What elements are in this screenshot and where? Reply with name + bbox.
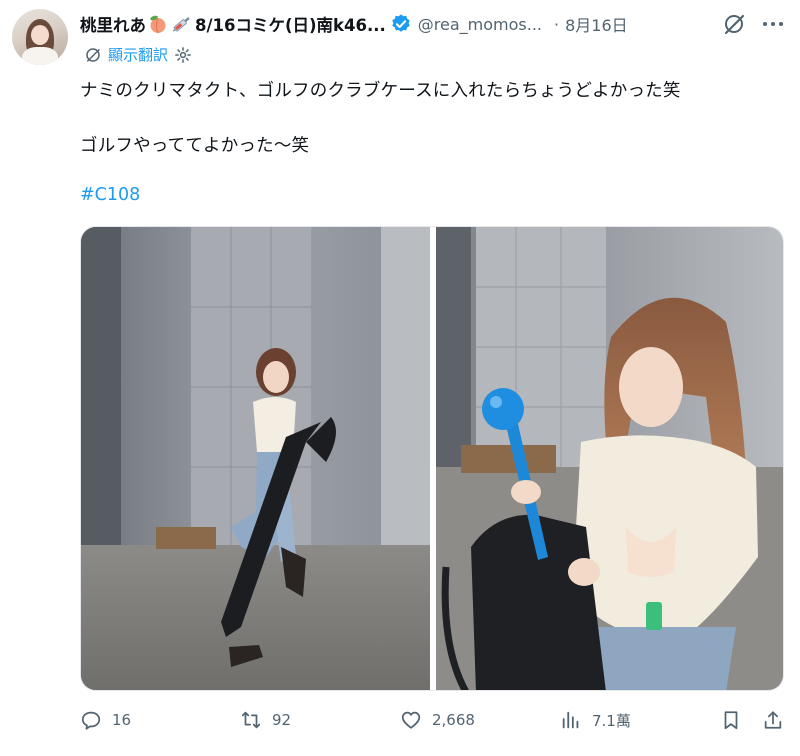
like-icon xyxy=(401,711,421,729)
separator-dot: · xyxy=(554,14,560,34)
like-button[interactable]: 2,668 xyxy=(400,709,475,731)
share-button[interactable] xyxy=(762,709,784,731)
avatar-body xyxy=(22,47,58,65)
gear-icon[interactable] xyxy=(174,46,192,64)
author-handle[interactable]: @rea_momos... xyxy=(418,15,542,34)
post-text-line1: ナミのクリマタクト、ゴルフのクラブケースに入れたらちょうどよかった笑 xyxy=(80,81,681,101)
photo-right[interactable] xyxy=(436,227,784,691)
peach-emoji-icon xyxy=(150,15,166,34)
reply-icon xyxy=(81,711,101,730)
avatar-face xyxy=(31,25,49,45)
hashtag-link[interactable]: #C108 xyxy=(80,185,140,205)
like-count: 2,668 xyxy=(432,711,475,729)
view-count: 7.1萬 xyxy=(592,711,631,730)
media-grid xyxy=(80,226,784,691)
reply-button[interactable]: 16 xyxy=(80,709,131,731)
display-name-suffix[interactable]: 8/16コミケ(日)南k46... xyxy=(195,12,386,36)
repost-count: 92 xyxy=(272,711,292,729)
views-icon xyxy=(562,711,579,729)
bookmark-button[interactable] xyxy=(720,709,742,731)
more-icon[interactable] xyxy=(760,12,786,36)
views-button[interactable]: 7.1萬 xyxy=(560,709,631,731)
avatar[interactable] xyxy=(12,9,68,65)
reply-count: 16 xyxy=(112,711,132,729)
post-header: 桃里れあ 8/16コミケ(日)南k46... @rea_momos... · 8… xyxy=(80,11,780,37)
translate-row: 顯示翻訳 xyxy=(84,44,192,65)
syringe-emoji-icon xyxy=(172,17,190,32)
post-text-line2: ゴルフやっててよかった〜笑 xyxy=(80,136,310,156)
bookmark-icon xyxy=(724,711,738,730)
translate-label: 翻訳 xyxy=(138,46,169,64)
translate-prefix: 顯示 xyxy=(108,46,139,64)
translate-icon xyxy=(86,47,100,62)
display-name-prefix[interactable]: 桃里れあ xyxy=(80,12,146,36)
verified-badge-icon xyxy=(392,14,410,32)
share-icon xyxy=(764,711,782,729)
translate-link[interactable]: 顯示翻訳 xyxy=(108,44,168,65)
repost-button[interactable]: 92 xyxy=(240,709,291,731)
grok-slash-icon[interactable] xyxy=(722,12,746,36)
post-date[interactable]: 8月16日 xyxy=(565,12,628,36)
repost-icon xyxy=(241,711,261,729)
action-bar: 16 92 2,668 7.1萬 xyxy=(80,709,790,735)
photo-left[interactable] xyxy=(81,227,430,691)
